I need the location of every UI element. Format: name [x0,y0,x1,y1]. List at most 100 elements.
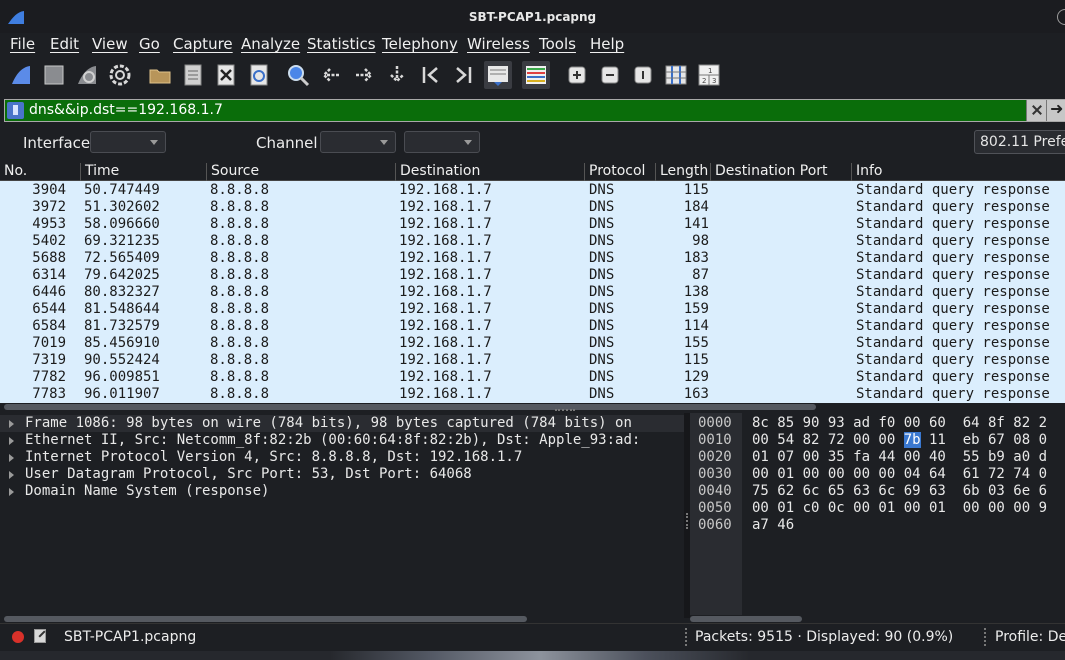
menu-view[interactable]: View [92,35,128,53]
column-header-info[interactable]: Info [851,163,883,181]
resize-columns-icon[interactable] [664,63,688,87]
shark-fin-start-icon[interactable] [9,63,33,87]
hex-bytes[interactable]: 00 01 00 00 00 00 04 64 61 72 74 0 [752,466,1047,483]
go-to-packet-icon[interactable] [385,63,409,87]
bytes-scrollbar[interactable] [690,615,1065,623]
status-packet-count: Packets: 9515 · Displayed: 90 (0.9%) [695,629,954,645]
status-profile[interactable]: Profile: Default [995,629,1065,645]
cell-no: 5402 [32,233,66,249]
stop-capture-icon[interactable] [42,63,66,87]
details-tree-item[interactable]: Domain Name System (response) [0,483,684,500]
expand-arrow-icon[interactable] [9,488,14,496]
hex-byte-highlighted[interactable]: 7b [903,432,921,448]
reload-file-icon[interactable] [247,63,271,87]
packet-row[interactable]: 7319 90.552424 8.8.8.8 192.168.1.7 DNS 115 Sta… [0,352,1065,369]
expand-arrow-icon[interactable] [9,454,14,462]
capture-options-icon[interactable] [108,63,132,87]
cell-source: 8.8.8.8 [210,369,270,385]
menu-capture[interactable]: Capture [173,35,233,53]
interface-label: Interface [23,134,91,152]
hex-bytes[interactable]: 00 54 82 72 00 00 7b 11 eb 67 08 0 [752,432,1047,449]
menu-statistics[interactable]: Statistics [307,35,376,53]
apply-filter-button[interactable] [1046,99,1065,121]
details-tree-item[interactable]: Frame 1086: 98 bytes on wire (784 bits),… [0,415,684,432]
zoom-in-icon[interactable] [565,63,589,87]
column-header-destination-port[interactable]: Destination Port [710,163,828,181]
close-file-icon[interactable] [214,63,238,87]
menu-edit[interactable]: Edit [50,35,79,53]
channel-width-select[interactable] [404,131,480,153]
restart-capture-icon[interactable] [75,63,99,87]
edit-comment-icon[interactable] [34,629,46,643]
column-header-source[interactable]: Source [206,163,259,181]
display-filter-input[interactable] [29,102,1019,118]
hex-bytes[interactable]: 00 01 c0 0c 00 01 00 01 00 00 00 9 [752,500,1047,517]
find-packet-icon[interactable] [286,63,310,87]
clear-filter-button[interactable] [1026,100,1046,121]
packet-row[interactable]: 7019 85.456910 8.8.8.8 192.168.1.7 DNS 155 Sta… [0,335,1065,352]
packet-row[interactable]: 3972 51.302602 8.8.8.8 192.168.1.7 DNS 184 Sta… [0,199,1065,216]
cell-length: 138 [683,284,709,300]
menu-file[interactable]: File [10,35,35,53]
cell-time: 69.321235 [84,233,160,249]
svg-text:3: 3 [712,77,716,85]
go-back-icon[interactable] [319,63,343,87]
title-bar: SBT-PCAP1.pcapng [0,0,1065,33]
menu-wireless[interactable]: Wireless [467,35,530,53]
capture-status-icon[interactable] [12,631,24,643]
expand-arrow-icon[interactable] [9,471,14,479]
column-header-destination[interactable]: Destination [395,163,480,181]
go-forward-icon[interactable] [352,63,376,87]
details-scrollbar[interactable] [0,615,684,623]
menu-help[interactable]: Help [590,35,624,53]
details-tree-item[interactable]: Ethernet II, Src: Netcomm_8f:82:2b (00:6… [0,432,684,449]
wireless-toolbar: Interface Channel 802.11 Preferences [0,127,1065,157]
hex-bytes[interactable]: 01 07 00 35 fa 44 00 40 55 b9 a0 d [752,449,1047,466]
zoom-out-icon[interactable] [598,63,622,87]
details-tree-item[interactable]: User Datagram Protocol, Src Port: 53, Ds… [0,466,684,483]
open-file-icon[interactable] [148,63,172,87]
menu-tools[interactable]: Tools [539,35,576,53]
packet-row[interactable]: 7783 96.011907 8.8.8.8 192.168.1.7 DNS 163 Sta… [0,386,1065,403]
column-header-time[interactable]: Time [80,163,119,181]
expand-arrow-icon[interactable] [9,437,14,445]
channel-select[interactable] [320,131,396,153]
scrollbar-thumb[interactable] [4,616,527,622]
packet-row[interactable]: 6584 81.732579 8.8.8.8 192.168.1.7 DNS 114 Sta… [0,318,1065,335]
wlan-preferences-button[interactable]: 802.11 Preferences [974,130,1065,154]
column-header-length[interactable]: Length [655,163,708,181]
menu-analyze[interactable]: Analyze [241,35,300,53]
scrollbar-thumb[interactable] [4,404,816,410]
menu-telephony[interactable]: Telephony [382,35,458,53]
packet-row[interactable]: 6314 79.642025 8.8.8.8 192.168.1.7 DNS 87 Stan… [0,267,1065,284]
first-packet-icon[interactable] [419,63,443,87]
hex-bytes[interactable]: 8c 85 90 93 ad f0 00 60 64 8f 82 2 [752,415,1047,432]
autoscroll-icon[interactable] [484,61,512,89]
packet-row[interactable]: 5402 69.321235 8.8.8.8 192.168.1.7 DNS 98 Stan… [0,233,1065,250]
interface-select[interactable] [90,131,166,153]
packet-row[interactable]: 6544 81.548644 8.8.8.8 192.168.1.7 DNS 159 Sta… [0,301,1065,318]
layout-icon[interactable]: 123 [697,63,721,87]
scrollbar-thumb[interactable] [690,616,802,622]
main-toolbar: 123 [0,57,1065,97]
status-bar: SBT-PCAP1.pcapng Packets: 9515 · Display… [0,623,1065,651]
packet-list-scrollbar[interactable] [0,403,1065,411]
column-header-protocol[interactable]: Protocol [584,163,645,181]
colorize-icon[interactable] [522,61,550,89]
packet-row[interactable]: 6446 80.832327 8.8.8.8 192.168.1.7 DNS 138 Sta… [0,284,1065,301]
expand-arrow-icon[interactable] [9,420,14,428]
hex-bytes[interactable]: 75 62 6c 65 63 6c 69 63 6b 03 6e 6 [752,483,1047,500]
packet-row[interactable]: 4953 58.096660 8.8.8.8 192.168.1.7 DNS 141 Sta… [0,216,1065,233]
hex-byte-group: 11 eb 67 08 0 [920,432,1048,448]
menu-go[interactable]: Go [139,35,160,53]
packet-row[interactable]: 7782 96.009851 8.8.8.8 192.168.1.7 DNS 129 Sta… [0,369,1065,386]
packet-row[interactable]: 5688 72.565409 8.8.8.8 192.168.1.7 DNS 183 Sta… [0,250,1065,267]
last-packet-icon[interactable] [451,63,475,87]
normal-size-icon[interactable] [631,63,655,87]
column-header-no[interactable]: No. [0,163,27,181]
details-tree-item[interactable]: Internet Protocol Version 4, Src: 8.8.8.… [0,449,684,466]
packet-row[interactable]: 3904 50.747449 8.8.8.8 192.168.1.7 DNS 115 Sta… [0,182,1065,199]
hex-bytes[interactable]: a7 46 [752,517,794,534]
save-file-icon[interactable] [181,63,205,87]
filter-bookmark-icon[interactable] [7,102,24,119]
